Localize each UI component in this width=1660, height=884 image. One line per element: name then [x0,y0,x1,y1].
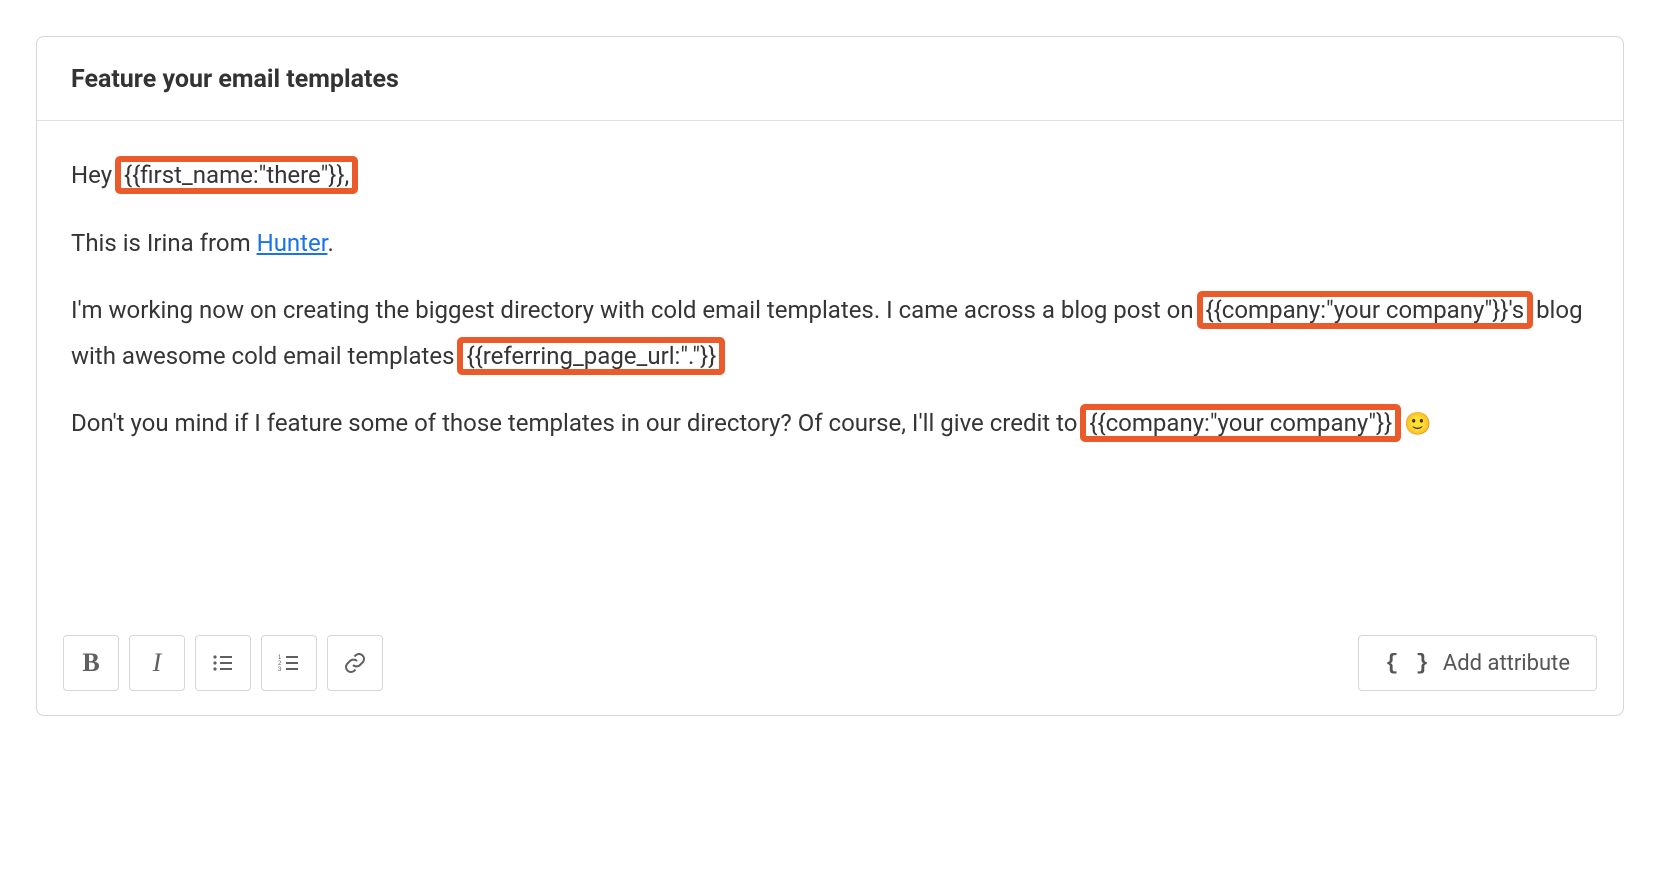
ask-prefix: Don't you mind if I feature some of thos… [71,409,1083,437]
link-icon [343,651,367,675]
var-first-name[interactable]: {{first_name:"there"}}, [118,159,355,191]
greeting-prefix: Hey [71,161,118,189]
email-subject-field[interactable]: Feature your email templates [37,37,1623,121]
email-editor-card: Feature your email templates Hey {{first… [36,36,1624,716]
numbered-list-icon: 1 2 3 [277,651,301,675]
smile-emoji: 🙂 [1404,412,1431,437]
var-company[interactable]: {{company:"your company"}}'s [1200,294,1531,326]
var-referring-page-url[interactable]: {{referring_page_url:"."}} [460,340,722,372]
intro-suffix: . [327,229,333,257]
pitch-line: I'm working now on creating the biggest … [71,288,1589,379]
var-company-2[interactable]: {{company:"your company"}} [1083,407,1398,439]
greeting-line: Hey {{first_name:"there"}}, [71,153,1589,199]
editor-toolbar: B I 1 2 3 [37,621,1623,715]
bold-button[interactable]: B [63,635,119,691]
italic-icon: I [153,648,162,678]
intro-line: This is Irina from Hunter. [71,221,1589,267]
hunter-link[interactable]: Hunter [257,229,328,257]
insert-link-button[interactable] [327,635,383,691]
svg-text:3: 3 [278,667,282,673]
bold-icon: B [82,648,99,678]
braces-icon: { } [1385,651,1431,676]
pitch-prefix: I'm working now on creating the biggest … [71,296,1200,324]
italic-button[interactable]: I [129,635,185,691]
toolbar-left-group: B I 1 2 3 [63,635,383,691]
add-attribute-label: Add attribute [1443,651,1570,676]
email-body-editor[interactable]: Hey {{first_name:"there"}}, This is Irin… [37,121,1623,621]
add-attribute-button[interactable]: { } Add attribute [1358,635,1597,691]
intro-prefix: This is Irina from [71,229,257,257]
bullet-list-icon [211,651,235,675]
bullet-list-button[interactable] [195,635,251,691]
ask-line: Don't you mind if I feature some of thos… [71,401,1589,447]
numbered-list-button[interactable]: 1 2 3 [261,635,317,691]
